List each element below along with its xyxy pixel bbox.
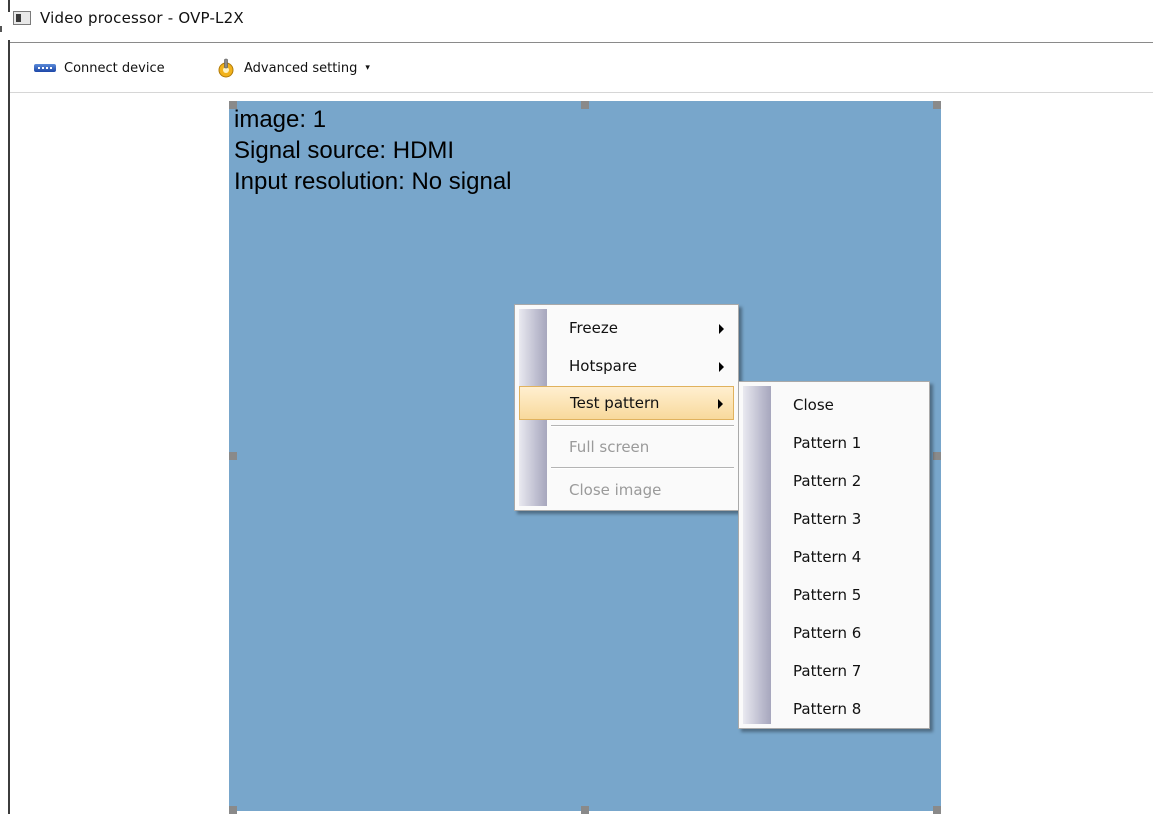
menu-item-label: Close <box>793 396 834 414</box>
submenu-item-pattern-2[interactable]: Pattern 2 <box>743 462 925 500</box>
menu-item-label: Pattern 2 <box>793 472 862 490</box>
submenu-item-pattern-8[interactable]: Pattern 8 <box>743 690 925 728</box>
menu-item-label: Pattern 5 <box>793 586 862 604</box>
menu-item-label: Pattern 7 <box>793 662 862 680</box>
submenu-item-pattern-6[interactable]: Pattern 6 <box>743 614 925 652</box>
network-cable-icon <box>34 64 56 72</box>
menu-item-test-pattern[interactable]: Test pattern <box>519 386 734 420</box>
menu-item-close-image[interactable]: Close image <box>519 473 734 507</box>
resize-handle-bottom-right[interactable] <box>933 806 941 814</box>
menu-item-label: Pattern 8 <box>793 700 862 718</box>
connect-device-button[interactable]: Connect device <box>34 58 165 78</box>
resize-handle-top-right[interactable] <box>933 101 941 109</box>
context-menu: Freeze Hotspare Test pattern Full screen… <box>514 304 739 511</box>
menu-item-label: Hotspare <box>569 357 637 375</box>
toolbar: Connect device Advanced setting ▾ <box>10 43 1153 92</box>
resize-handle-bottom-left[interactable] <box>229 806 237 814</box>
menu-item-label: Pattern 3 <box>793 510 862 528</box>
input-resolution-label: Input resolution: No signal <box>234 168 512 195</box>
resize-handle-top-left[interactable] <box>229 101 237 109</box>
submenu-item-pattern-3[interactable]: Pattern 3 <box>743 500 925 538</box>
submenu-arrow-icon <box>719 324 724 334</box>
submenu-arrow-icon <box>719 362 724 372</box>
toolbar-divider <box>10 92 1153 93</box>
menu-item-freeze[interactable]: Freeze <box>519 311 734 345</box>
signal-source-label: Signal source: HDMI <box>234 137 455 164</box>
submenu-item-close[interactable]: Close <box>743 386 925 424</box>
resize-handle-left[interactable] <box>229 452 237 460</box>
menu-separator <box>551 425 734 427</box>
advanced-setting-button[interactable]: Advanced setting ▾ <box>216 58 370 78</box>
resize-handle-right[interactable] <box>933 452 941 460</box>
resize-handle-top[interactable] <box>581 101 589 109</box>
image-number-label: image: 1 <box>234 106 327 133</box>
menu-item-label: Pattern 4 <box>793 548 862 566</box>
resize-handle-bottom[interactable] <box>581 806 589 814</box>
window-border-left <box>8 40 10 814</box>
chevron-down-icon[interactable]: ▾ <box>365 63 370 73</box>
menu-item-label: Pattern 1 <box>793 434 862 452</box>
title-bar: Video processor - OVP-L2X <box>10 0 1153 40</box>
connect-device-label: Connect device <box>64 60 165 76</box>
menu-item-label: Full screen <box>569 438 650 456</box>
menu-item-hotspare[interactable]: Hotspare <box>519 349 734 383</box>
menu-item-label: Pattern 6 <box>793 624 862 642</box>
submenu-arrow-icon <box>718 399 723 409</box>
menu-item-full-screen[interactable]: Full screen <box>519 430 734 464</box>
menu-item-label: Test pattern <box>570 394 660 412</box>
gear-wrench-icon <box>218 58 234 78</box>
image-info: image: 1 Signal source: HDMI Input resol… <box>234 104 512 197</box>
advanced-setting-label: Advanced setting <box>244 60 358 76</box>
test-pattern-submenu: Close Pattern 1 Pattern 2 Pattern 3 Patt… <box>738 381 930 729</box>
menu-separator <box>551 467 734 469</box>
submenu-item-pattern-5[interactable]: Pattern 5 <box>743 576 925 614</box>
submenu-item-pattern-4[interactable]: Pattern 4 <box>743 538 925 576</box>
submenu-item-pattern-1[interactable]: Pattern 1 <box>743 424 925 462</box>
menu-item-label: Freeze <box>569 319 618 337</box>
window-title: Video processor - OVP-L2X <box>40 9 244 27</box>
submenu-item-pattern-7[interactable]: Pattern 7 <box>743 652 925 690</box>
window-border-mark <box>0 26 2 32</box>
app-window-icon <box>13 11 31 25</box>
menu-item-label: Close image <box>569 481 662 499</box>
